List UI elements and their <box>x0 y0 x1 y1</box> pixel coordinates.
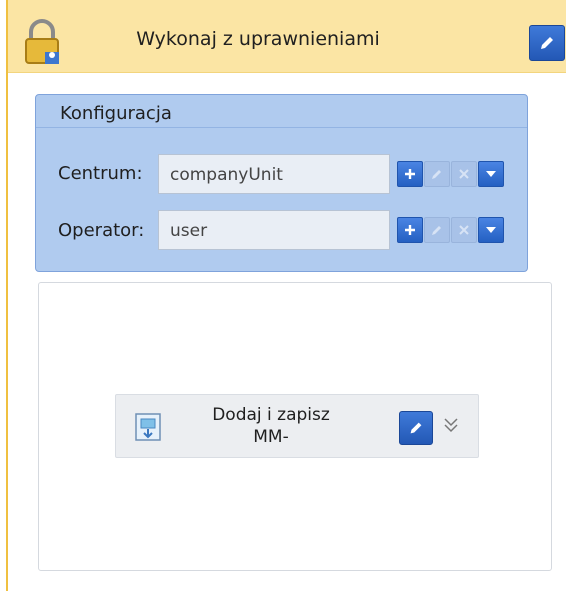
action-area: Dodaj i zapisz MM- <box>38 282 552 571</box>
header-edit-button[interactable] <box>529 25 565 61</box>
operator-field[interactable]: user <box>158 210 390 250</box>
action-label-line1: Dodaj i zapisz <box>212 405 330 425</box>
pencil-icon <box>432 170 441 179</box>
operator-edit-button[interactable] <box>424 217 450 243</box>
double-chevron-down-icon[interactable] <box>442 415 460 435</box>
operator-add-button[interactable] <box>397 217 423 243</box>
pencil-icon <box>432 226 441 235</box>
configuration-title: Konfiguracja <box>60 103 172 124</box>
centrum-label: Centrum: <box>58 163 143 184</box>
plus-icon <box>405 225 415 235</box>
activity-header: Wykonaj z uprawnieniami <box>8 0 566 73</box>
centrum-edit-button[interactable] <box>424 161 450 187</box>
centrum-dropdown-button[interactable] <box>478 161 504 187</box>
plus-icon <box>405 169 415 179</box>
centrum-add-button[interactable] <box>397 161 423 187</box>
operator-value: user <box>170 221 208 241</box>
left-accent-rule <box>6 0 8 591</box>
x-icon <box>459 169 469 179</box>
configuration-title-bar: Konfiguracja <box>36 95 527 128</box>
action-label-line2: MM- <box>253 427 289 447</box>
header-title: Wykonaj z uprawnieniami <box>136 28 380 50</box>
action-edit-button[interactable] <box>399 411 433 445</box>
centrum-value: companyUnit <box>170 165 283 185</box>
operator-delete-button[interactable] <box>451 217 477 243</box>
configuration-panel: Konfiguracja Centrum: companyUnit Operat… <box>35 94 528 272</box>
pencil-icon <box>410 422 422 434</box>
centrum-field[interactable]: companyUnit <box>158 154 390 194</box>
operator-label: Operator: <box>58 220 145 241</box>
centrum-delete-button[interactable] <box>451 161 477 187</box>
pencil-icon <box>541 37 553 49</box>
x-icon <box>459 225 469 235</box>
document-icon <box>135 413 161 441</box>
action-label: Dodaj i zapisz MM- <box>171 404 371 448</box>
triangle-down-icon <box>486 227 496 233</box>
triangle-down-icon <box>486 171 496 177</box>
operator-dropdown-button[interactable] <box>478 217 504 243</box>
add-and-save-mm-action[interactable]: Dodaj i zapisz MM- <box>115 394 479 458</box>
